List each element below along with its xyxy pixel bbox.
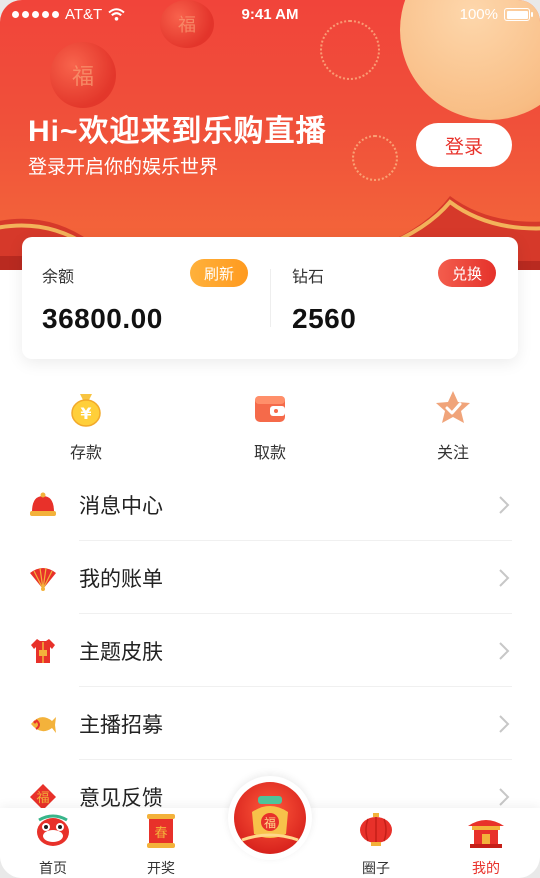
svg-text:福: 福: [36, 791, 49, 806]
refresh-button[interactable]: 刷新: [190, 259, 248, 287]
diamond-label: 钻石: [292, 269, 325, 286]
chevron-right-icon: [499, 496, 510, 514]
chevron-right-icon: [499, 642, 510, 660]
diamond-section: 钻石 兑换 2560: [270, 237, 518, 359]
tab-label: 圈子: [362, 860, 390, 876]
tang-suit-icon: [31, 639, 55, 663]
tab-label: 我的: [472, 860, 500, 876]
temple-icon: [468, 820, 504, 848]
balance-card: 余额 刷新 36800.00 钻石 兑换 2560: [22, 237, 518, 359]
money-bag-icon: ¥: [71, 394, 101, 427]
follow-button[interactable]: 关注: [398, 388, 508, 463]
tab-home[interactable]: 首页: [3, 808, 103, 878]
svg-text:福: 福: [264, 815, 276, 830]
withdraw-button[interactable]: 取款: [215, 388, 325, 463]
tab-circle[interactable]: 圈子: [326, 808, 426, 878]
menu-item-label: 主题皮肤: [79, 641, 163, 664]
wallet-icon: [255, 396, 285, 422]
menu-item-label: 消息中心: [79, 495, 163, 518]
menu-item-recruit[interactable]: 主播招募: [0, 687, 540, 760]
battery-percent: 100%: [459, 6, 498, 23]
deposit-label: 存款: [69, 445, 102, 462]
svg-text:¥: ¥: [80, 404, 91, 423]
welcome-title: Hi~欢迎来到乐购直播: [28, 115, 327, 148]
center-fu-button[interactable]: 福: [228, 776, 312, 860]
login-button[interactable]: 登录: [416, 123, 512, 167]
tab-label: 开奖: [147, 860, 175, 876]
quick-actions: ¥ 存款 取款 关注: [0, 388, 540, 468]
fish-icon: [31, 717, 56, 733]
lion-dance-icon: [37, 814, 69, 846]
lantern-icon: [360, 813, 392, 846]
welcome-subtitle: 登录开启你的娱乐世界: [28, 157, 219, 178]
balance-value: 36800.00: [42, 303, 163, 334]
diamond-value: 2560: [292, 303, 357, 334]
fan-icon: [30, 567, 56, 591]
menu-item-bills[interactable]: 我的账单: [0, 541, 540, 614]
spring-scroll-icon: 春: [147, 814, 175, 848]
fu-bag-icon: 福: [234, 782, 306, 854]
menu-item-themes[interactable]: 主题皮肤: [0, 614, 540, 687]
exchange-button[interactable]: 兑换: [438, 259, 496, 287]
menu-item-messages[interactable]: 消息中心: [0, 468, 540, 541]
star-icon: [436, 391, 470, 423]
withdraw-label: 取款: [253, 445, 286, 462]
battery-icon: [504, 8, 533, 21]
tab-lottery[interactable]: 春 开奖: [111, 808, 211, 878]
lantern-decoration: 福: [50, 42, 116, 108]
phone-screen: 福 福 AT&T 9:41 AM 100% Hi~欢迎来到乐购直播 登录开启你的…: [0, 0, 540, 878]
balance-section: 余额 刷新 36800.00: [22, 237, 270, 359]
menu-item-label: 主播招募: [79, 714, 163, 737]
chevron-right-icon: [499, 715, 510, 733]
helmet-icon: [30, 492, 56, 516]
deposit-button[interactable]: ¥ 存款: [31, 388, 141, 463]
chevron-right-icon: [499, 788, 510, 806]
battery-info: 100%: [459, 6, 533, 23]
profile-header: 福 福 AT&T 9:41 AM 100% Hi~欢迎来到乐购直播 登录开启你的…: [0, 0, 540, 270]
balance-label: 余额: [42, 269, 75, 286]
status-bar: AT&T 9:41 AM 100%: [0, 0, 540, 30]
chevron-right-icon: [499, 569, 510, 587]
tab-label: 首页: [39, 860, 67, 876]
follow-label: 关注: [436, 445, 469, 462]
menu-item-label: 我的账单: [79, 568, 163, 591]
svg-text:春: 春: [154, 826, 167, 841]
tab-mine[interactable]: 我的: [436, 808, 536, 878]
